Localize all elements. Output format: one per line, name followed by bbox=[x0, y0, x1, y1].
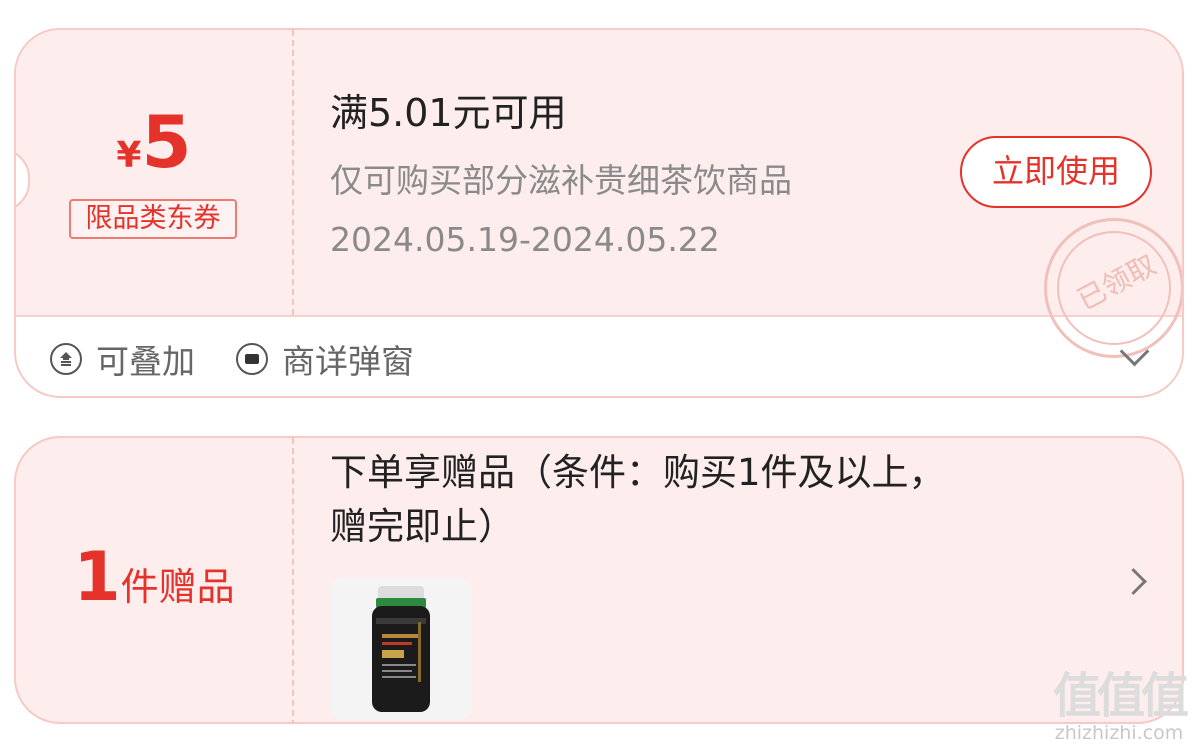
popup-icon bbox=[236, 343, 268, 375]
product-bottle-image[interactable] bbox=[330, 578, 472, 720]
coupon-footer[interactable]: 可叠加 商详弹窗 bbox=[16, 317, 1182, 396]
gift-count: 1件赠品 bbox=[16, 538, 292, 617]
gift-count-label: 件赠品 bbox=[120, 565, 235, 609]
coupon-value: 5 bbox=[141, 100, 192, 184]
chevron-right-icon[interactable] bbox=[1120, 568, 1147, 595]
feature-label: 可叠加 bbox=[96, 342, 195, 381]
coupon-divider bbox=[292, 30, 294, 315]
coupon-threshold: 满5.01元可用 bbox=[330, 91, 567, 135]
gift-card[interactable]: 1件赠品 下单享赠品（条件：购买1件及以上，赠完即止） bbox=[14, 436, 1184, 724]
watermark-url: zhizhizhi.com bbox=[1054, 722, 1184, 744]
coupon-scope: 仅可购买部分滋补贵细茶饮商品 bbox=[330, 161, 792, 200]
currency-symbol: ¥ bbox=[116, 135, 142, 176]
gift-count-number: 1 bbox=[73, 538, 121, 617]
coupon-main: ¥5 限品类东券 满5.01元可用 仅可购买部分滋补贵细茶饮商品 2024.05… bbox=[16, 30, 1182, 358]
stack-icon bbox=[50, 343, 82, 375]
chevron-down-icon[interactable] bbox=[1119, 336, 1150, 367]
watermark-logo: 值值值 bbox=[1052, 668, 1189, 724]
use-now-button[interactable]: 立即使用 bbox=[960, 136, 1152, 208]
feature-popup: 商详弹窗 bbox=[236, 337, 414, 381]
coupon-validity: 2024.05.19-2024.05.22 bbox=[330, 220, 720, 259]
coupon-card: ¥5 限品类东券 满5.01元可用 仅可购买部分滋补贵细茶饮商品 2024.05… bbox=[14, 28, 1184, 398]
gift-title: 下单享赠品（条件：购买1件及以上，赠完即止） bbox=[330, 451, 946, 548]
gift-divider bbox=[292, 438, 294, 722]
watermark: 值值值 zhizhizhi.com bbox=[1044, 670, 1194, 744]
feature-stackable: 可叠加 bbox=[50, 337, 195, 381]
page: ¥5 限品类东券 满5.01元可用 仅可购买部分滋补贵细茶饮商品 2024.05… bbox=[0, 0, 1198, 753]
coupon-amount: ¥5 bbox=[16, 100, 292, 184]
coupon-type-badge: 限品类东券 bbox=[69, 199, 237, 239]
feature-label: 商详弹窗 bbox=[282, 342, 414, 381]
